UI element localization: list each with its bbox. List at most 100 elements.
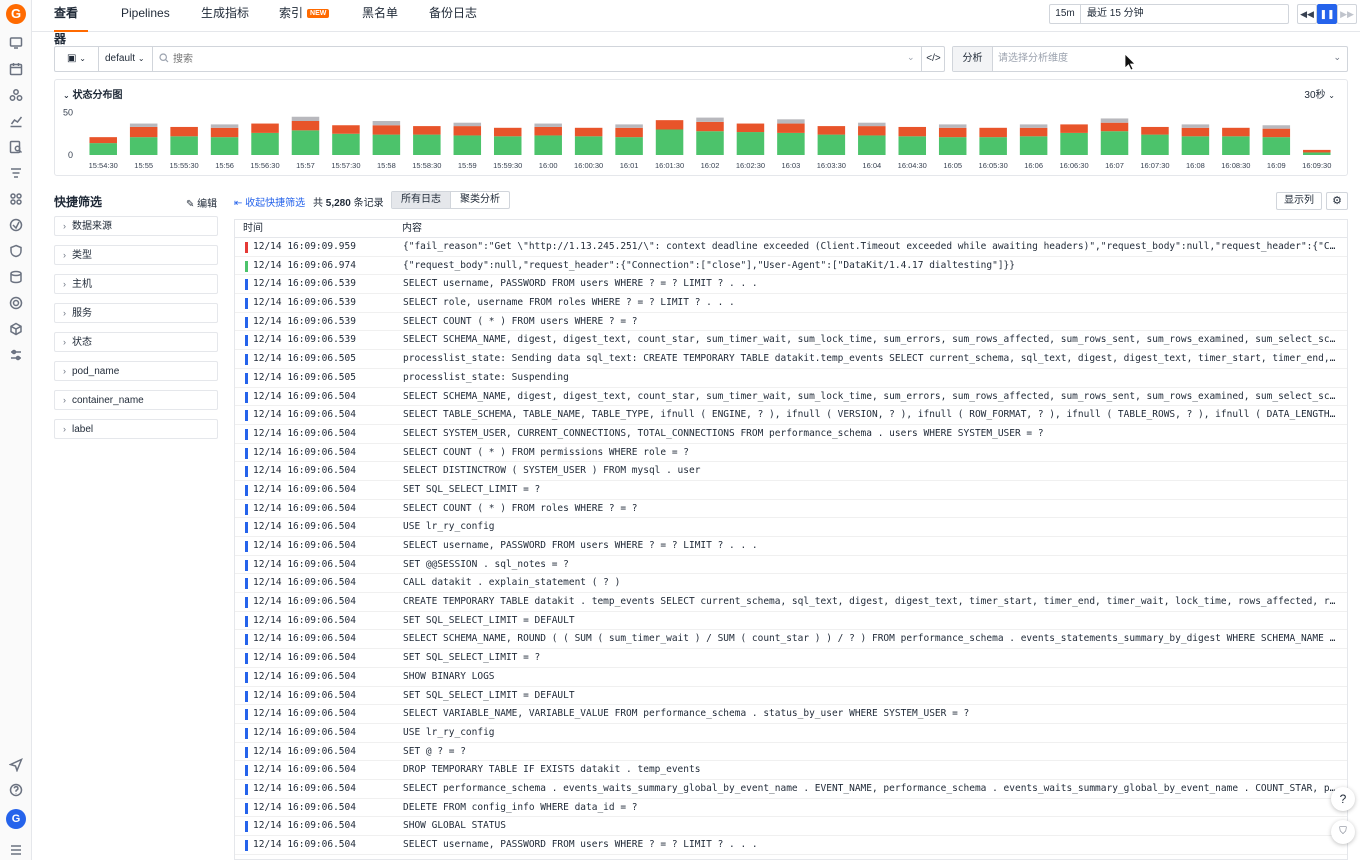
log-row[interactable]: 12/14 16:09:06.504 SELECT SYSTEM_USER, CU… <box>235 425 1347 444</box>
bar-other[interactable] <box>453 122 482 127</box>
bar-error[interactable] <box>574 127 603 137</box>
log-row[interactable]: 12/14 16:09:06.539 SELECT COUNT ( * ) FRO… <box>235 313 1347 332</box>
quick-filter-edit[interactable]: ✎ 编辑 <box>186 195 217 210</box>
bar-error[interactable] <box>938 127 967 138</box>
bar-ok[interactable] <box>1100 131 1129 155</box>
bar-error[interactable] <box>615 127 643 138</box>
bar-error[interactable] <box>777 123 805 133</box>
chart-interval-selector[interactable]: 30秒 ⌄ <box>1304 86 1335 101</box>
bar-ok[interactable] <box>453 135 482 155</box>
bar-other[interactable] <box>534 123 562 127</box>
help-circle-icon[interactable] <box>8 783 24 799</box>
quick-filter-item[interactable]: › 数据来源 <box>54 216 218 236</box>
bar-ok[interactable] <box>493 136 522 155</box>
log-row[interactable]: 12/14 16:09:06.504 SELECT username, PASSW… <box>235 537 1347 556</box>
log-row[interactable]: 12/14 16:09:06.504 SELECT COUNT ( * ) FRO… <box>235 500 1347 519</box>
log-row[interactable]: 12/14 16:09:06.504 SELECT TABLE_SCHEMA, T… <box>235 406 1347 425</box>
cube-icon[interactable] <box>8 322 24 338</box>
bar-error[interactable] <box>251 123 279 133</box>
log-row[interactable]: 12/14 16:09:06.504 SHOW BINARY LOGS <box>235 668 1347 687</box>
bar-error[interactable] <box>210 127 239 138</box>
log-row[interactable]: 12/14 16:09:09.959 {"fail_reason":"Get \"… <box>235 238 1347 257</box>
bar-error[interactable] <box>1181 127 1210 137</box>
bar-other[interactable] <box>777 119 805 124</box>
bar-error[interactable] <box>1303 149 1331 153</box>
sliders-icon[interactable] <box>8 348 24 364</box>
quick-filter-item[interactable]: › pod_name <box>54 361 218 381</box>
bar-error[interactable] <box>170 126 198 137</box>
gear-icon[interactable]: ⚙ <box>1326 192 1348 210</box>
log-row[interactable]: 12/14 16:09:06.505 processlist_state: Sen… <box>235 350 1347 369</box>
bar-ok[interactable] <box>938 137 967 155</box>
bar-ok[interactable] <box>979 137 1007 155</box>
shield-icon[interactable] <box>8 244 24 260</box>
send-icon[interactable] <box>8 758 24 774</box>
bar-other[interactable] <box>1100 118 1129 123</box>
bar-error[interactable] <box>817 126 846 135</box>
log-row[interactable]: 12/14 16:09:06.504 DELETE FROM config_inf… <box>235 799 1347 818</box>
show-columns-button[interactable]: 显示列 <box>1276 192 1322 210</box>
apps-icon[interactable] <box>8 192 24 208</box>
bar-other[interactable] <box>210 124 239 128</box>
tab-backup-logs[interactable]: 备份日志 <box>429 0 477 32</box>
quick-filter-item[interactable]: › 服务 <box>54 303 218 323</box>
log-row[interactable]: 12/14 16:09:06.504 SELECT SCHEMA_NAME, di… <box>235 388 1347 407</box>
bar-other[interactable] <box>1181 124 1210 128</box>
chevron-down-icon[interactable]: ⌄ <box>1333 52 1341 63</box>
bar-ok[interactable] <box>777 132 805 155</box>
bar-error[interactable] <box>696 121 724 132</box>
tab-all-logs[interactable]: 所有日志 <box>392 192 450 208</box>
bar-other[interactable] <box>1262 125 1291 129</box>
bar-ok[interactable] <box>170 136 198 155</box>
bar-error[interactable] <box>534 126 562 136</box>
log-row[interactable]: 12/14 16:09:06.504 SELECT SCHEMA_NAME, RO… <box>235 630 1347 650</box>
tab-cluster-analysis[interactable]: 聚类分析 <box>450 192 509 208</box>
quick-filter-item[interactable]: › container_name <box>54 390 218 410</box>
log-row[interactable]: 12/14 16:09:06.504 SET SQL_SELECT_LIMIT =… <box>235 687 1347 706</box>
radar-icon[interactable] <box>8 296 24 312</box>
source-selector[interactable]: ▣ ⌄ <box>55 47 99 71</box>
bar-error[interactable] <box>898 126 927 137</box>
help-button[interactable]: ? <box>1331 787 1355 811</box>
rewind-button[interactable]: ◀◀ <box>1297 4 1317 24</box>
bar-other[interactable] <box>938 124 967 128</box>
database-icon[interactable] <box>8 270 24 286</box>
log-row[interactable]: 12/14 16:09:06.504 SET SQL_SELECT_LIMIT =… <box>235 612 1347 631</box>
bar-error[interactable] <box>655 120 684 130</box>
bar-other[interactable] <box>615 124 643 128</box>
bar-ok[interactable] <box>1222 136 1250 155</box>
bar-error[interactable] <box>372 125 401 135</box>
log-row[interactable]: 12/14 16:09:06.974 {"request_body":null,"… <box>235 257 1347 276</box>
bar-ok[interactable] <box>1303 152 1331 155</box>
filter-icon[interactable]: ⛉ <box>1331 820 1355 844</box>
log-search-icon[interactable] <box>8 140 24 156</box>
index-selector[interactable]: default ⌄ <box>99 47 153 71</box>
bar-error[interactable] <box>89 137 117 144</box>
quick-filter-item[interactable]: › label <box>54 419 218 439</box>
bar-ok[interactable] <box>251 132 279 155</box>
bar-ok[interactable] <box>858 135 886 155</box>
bar-error[interactable] <box>1019 127 1048 137</box>
bar-other[interactable] <box>129 123 158 127</box>
bar-ok[interactable] <box>413 134 441 155</box>
bar-other[interactable] <box>1019 124 1048 128</box>
bar-ok[interactable] <box>210 137 239 155</box>
tab-pipelines[interactable]: Pipelines <box>121 0 170 32</box>
bar-ok[interactable] <box>1141 134 1169 155</box>
log-row[interactable]: 12/14 16:09:06.539 SELECT SCHEMA_NAME, di… <box>235 331 1347 351</box>
code-view-button[interactable]: </> <box>921 47 945 71</box>
metrics-icon[interactable] <box>8 114 24 130</box>
log-row[interactable]: 12/14 16:09:06.504 USE lr_ry_config <box>235 724 1347 743</box>
dial-icon[interactable] <box>8 218 24 234</box>
bar-error[interactable] <box>979 127 1007 138</box>
forward-button[interactable]: ▶▶ <box>1337 4 1357 24</box>
log-row[interactable]: 12/14 16:09:06.504 SET @ ? = ? <box>235 743 1347 762</box>
time-range-picker[interactable]: 15m 最近 15 分钟 <box>1049 4 1289 24</box>
tab-blacklist[interactable]: 黑名单 <box>362 0 398 32</box>
log-row[interactable]: 12/14 16:09:06.504 SELECT performance_sch… <box>235 780 1347 799</box>
bar-error[interactable] <box>1141 126 1169 135</box>
nodes-icon[interactable] <box>8 88 24 104</box>
log-row[interactable]: 12/14 16:09:06.504 SET SQL_SELECT_LIMIT =… <box>235 649 1347 668</box>
bar-other[interactable] <box>696 117 724 122</box>
calendar-icon[interactable] <box>8 62 24 78</box>
